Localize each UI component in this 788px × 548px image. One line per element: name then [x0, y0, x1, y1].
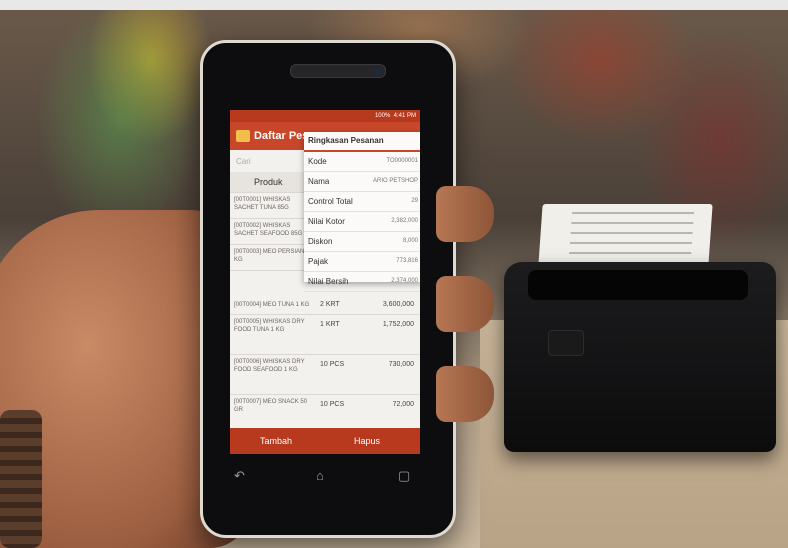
summary-value: 773,816 — [396, 258, 418, 264]
item-qty: 10 PCS — [320, 401, 345, 408]
summary-row: Pajak 773,816 — [304, 252, 420, 272]
item-code: [00T0003] MEO PERSIAN 1 KG — [234, 249, 310, 263]
summary-label: Nilai Bersih — [308, 277, 349, 286]
summary-label: Nilai Kotor — [308, 217, 345, 226]
printer-paper-slot — [528, 270, 748, 300]
item-price: 72,000 — [392, 401, 414, 408]
summary-value: 29 — [411, 198, 418, 204]
summary-value: ARIO PETSHOP — [372, 178, 418, 184]
item-qty: 10 PCS — [320, 361, 345, 368]
item-qty: 1 KRT — [320, 321, 340, 328]
summary-row: Control Total 29 — [304, 192, 420, 212]
bracelet — [0, 410, 42, 548]
finger — [436, 276, 494, 332]
item-price: 1,752,000 — [382, 321, 414, 328]
item-code: [00T0006] WHISKAS DRY FOOD SEAFOOD 1 KG — [234, 359, 305, 373]
battery-level: 100% — [374, 113, 391, 119]
summary-value: 2,382,000 — [391, 218, 418, 224]
search-input[interactable]: Cari — [236, 154, 302, 170]
summary-row: Nilai Bersih 2,374,000 — [304, 272, 420, 292]
item-qty: 2 KRT — [320, 301, 340, 308]
summary-label: Pajak — [308, 257, 329, 266]
item-code: [00T0005] WHISKAS DRY FOOD TUNA 1 KG — [234, 319, 305, 333]
column-product: Produk — [254, 177, 283, 187]
bottom-action-bar: Tambah Hapus — [230, 428, 420, 454]
summary-value: TO0000001 — [386, 158, 418, 164]
dialog-title: Ringkasan Pesanan — [304, 132, 420, 152]
add-button[interactable]: Tambah — [260, 428, 292, 454]
summary-row: Nama ARIO PETSHOP — [304, 172, 420, 192]
summary-label: Diskon — [308, 237, 333, 246]
status-bar: 100% 4:41 PM — [230, 110, 420, 122]
list-item[interactable]: [00T0006] WHISKAS DRY FOOD SEAFOOD 1 KG … — [230, 354, 420, 395]
summary-label: Control Total — [308, 197, 353, 206]
summary-label: Nama — [308, 177, 330, 186]
printer-button — [548, 330, 584, 356]
summary-value: 8,000 — [402, 238, 418, 244]
finger — [436, 186, 494, 242]
item-price: 730,000 — [388, 361, 414, 368]
clock: 4:41 PM — [393, 113, 416, 119]
order-summary-dialog: Ringkasan Pesanan Kode TO0000001 Nama ARIO… — [304, 132, 420, 292]
item-code: [00T0001] WHISKAS SACHET TUNA 85G — [234, 197, 291, 211]
summary-row: Kode TO0000001 — [304, 152, 420, 172]
back-key-icon[interactable]: ↶ — [234, 468, 245, 484]
item-code: [00T0002] WHISKAS SACHET SEAFOOD 85G — [234, 223, 303, 237]
list-item[interactable]: [00T0007] MEO SNACK 50 GR 10 PCS 72,000 — [230, 394, 420, 429]
app-icon — [236, 130, 250, 143]
list-item[interactable]: [00T0005] WHISKAS DRY FOOD TUNA 1 KG 1 K… — [230, 314, 420, 355]
item-code: [00T0004] MEO TUNA 1 KG — [234, 302, 310, 308]
recent-apps-key-icon[interactable]: ▢ — [398, 468, 410, 484]
summary-value: 2,374,000 — [391, 278, 418, 284]
item-price: 3,600,000 — [382, 301, 414, 308]
top-strip — [0, 0, 788, 10]
phone-camera — [374, 68, 382, 76]
summary-row: Nilai Kotor 2,382,000 — [304, 212, 420, 232]
finger — [436, 366, 494, 422]
home-key-icon[interactable]: ⌂ — [316, 468, 324, 483]
summary-label: Kode — [308, 157, 327, 166]
summary-row: Diskon 8,000 — [304, 232, 420, 252]
item-code: [00T0007] MEO SNACK 50 GR — [234, 399, 308, 413]
delete-button[interactable]: Hapus — [354, 428, 380, 454]
phone-speaker — [290, 64, 386, 78]
phone-screen: 100% 4:41 PM Daftar Pesanan Cari Produk … — [230, 110, 420, 454]
